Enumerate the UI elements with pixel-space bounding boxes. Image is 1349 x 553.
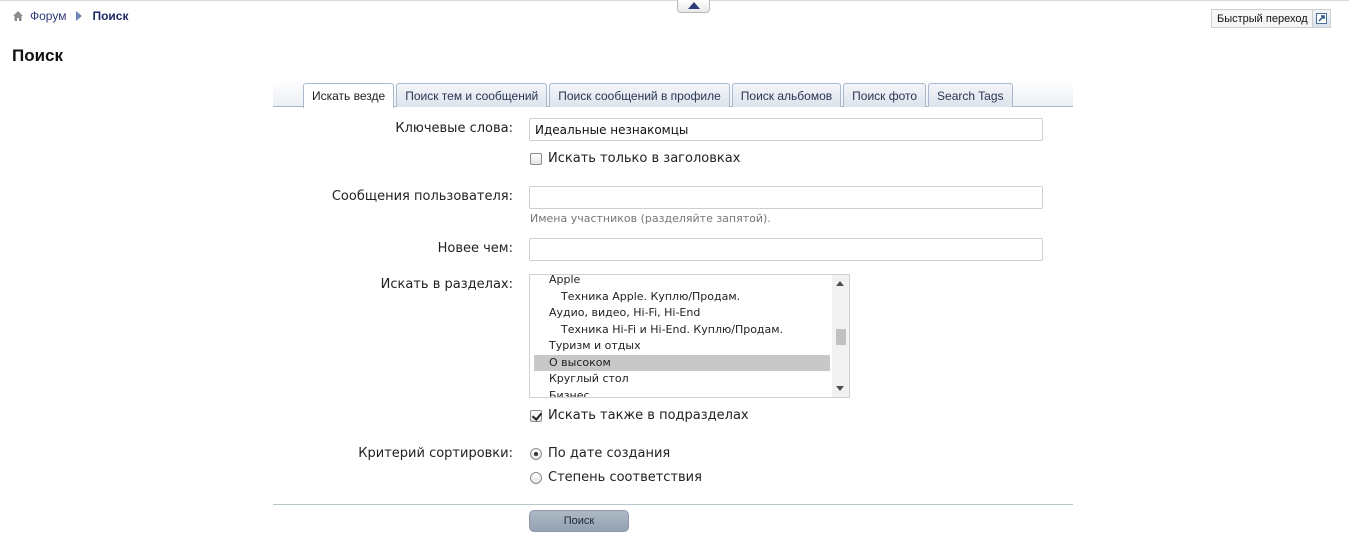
quick-nav-button[interactable]: Быстрый переход xyxy=(1211,9,1331,28)
section-option[interactable]: Бизнес xyxy=(534,388,830,398)
titles-only-checkbox-row[interactable]: Искать только в заголовках xyxy=(530,151,740,166)
tab-search-profile-posts[interactable]: Поиск сообщений в профиле xyxy=(549,83,730,107)
section-option[interactable]: О высоком xyxy=(534,354,830,371)
sections-label: Искать в разделах: xyxy=(380,277,513,292)
tab-search-tags[interactable]: Search Tags xyxy=(928,83,1013,107)
section-option[interactable]: Apple xyxy=(534,275,830,289)
quick-nav-label: Быстрый переход xyxy=(1217,12,1308,25)
section-option[interactable]: Техника Apple. Куплю/Продам. xyxy=(534,289,830,306)
tab-search-albums[interactable]: Поиск альбомов xyxy=(731,83,842,107)
tab-search-threads-posts[interactable]: Поиск тем и сообщений xyxy=(396,83,548,107)
page-title: Поиск xyxy=(12,46,64,65)
triangle-up-icon xyxy=(688,2,700,9)
section-option[interactable]: Техника Hi-Fi и Hi-End. Куплю/Продам. xyxy=(534,322,830,339)
breadcrumb-forum-link[interactable]: Форум xyxy=(30,9,66,23)
sort-label: Критерий сортировки: xyxy=(358,446,513,461)
collapse-header-button[interactable] xyxy=(677,0,710,13)
subsections-checkbox[interactable] xyxy=(530,409,542,422)
user-posts-hint: Имена участников (разделяйте запятой). xyxy=(530,212,771,225)
section-option[interactable]: Круглый стол xyxy=(534,371,830,388)
user-posts-label: Сообщения пользователя: xyxy=(331,189,513,204)
home-icon[interactable] xyxy=(12,10,24,22)
tab-search-everywhere[interactable]: Искать везде xyxy=(303,83,395,108)
breadcrumb: Форум Поиск xyxy=(12,8,128,24)
sort-by-relevance-label: Степень соответствия xyxy=(548,470,702,485)
external-link-icon[interactable] xyxy=(1311,10,1330,27)
listbox-scrollbar[interactable] xyxy=(832,275,849,397)
sort-by-relevance-radio[interactable] xyxy=(530,471,542,484)
subsections-label: Искать также в подразделах xyxy=(548,408,749,423)
form-divider xyxy=(273,504,1073,505)
scrollbar-thumb[interactable] xyxy=(836,329,846,345)
tab-search-photos[interactable]: Поиск фото xyxy=(843,83,927,107)
section-option[interactable]: Аудио, видео, Hi-Fi, Hi-End xyxy=(534,305,830,322)
breadcrumb-arrow-icon xyxy=(76,11,83,21)
sort-by-relevance-row[interactable]: Степень соответствия xyxy=(530,470,702,485)
subsections-checkbox-row[interactable]: Искать также в подразделах xyxy=(530,408,749,423)
scroll-down-icon[interactable] xyxy=(836,386,844,391)
sort-by-date-row[interactable]: По дате создания xyxy=(530,446,670,461)
search-tabs: Искать везде Поиск тем и сообщений Поиск… xyxy=(273,80,1073,108)
keywords-label: Ключевые слова: xyxy=(395,121,513,136)
top-border xyxy=(0,0,1349,1)
sort-by-date-label: По дате создания xyxy=(548,446,671,461)
keywords-input[interactable] xyxy=(529,118,1043,141)
titles-only-label: Искать только в заголовках xyxy=(548,151,741,166)
sort-by-date-radio[interactable] xyxy=(530,447,542,460)
newer-than-label: Новее чем: xyxy=(437,241,513,256)
sections-listbox[interactable]: Apple Техника Apple. Куплю/Продам. Аудио, … xyxy=(529,274,850,398)
breadcrumb-current: Поиск xyxy=(92,9,129,23)
newer-than-input[interactable] xyxy=(529,238,1043,261)
scroll-up-icon[interactable] xyxy=(836,281,844,286)
search-button[interactable]: Поиск xyxy=(529,510,629,532)
section-option[interactable]: Туризм и отдых xyxy=(534,338,830,355)
user-posts-input[interactable] xyxy=(529,186,1043,209)
titles-only-checkbox[interactable] xyxy=(530,152,542,165)
